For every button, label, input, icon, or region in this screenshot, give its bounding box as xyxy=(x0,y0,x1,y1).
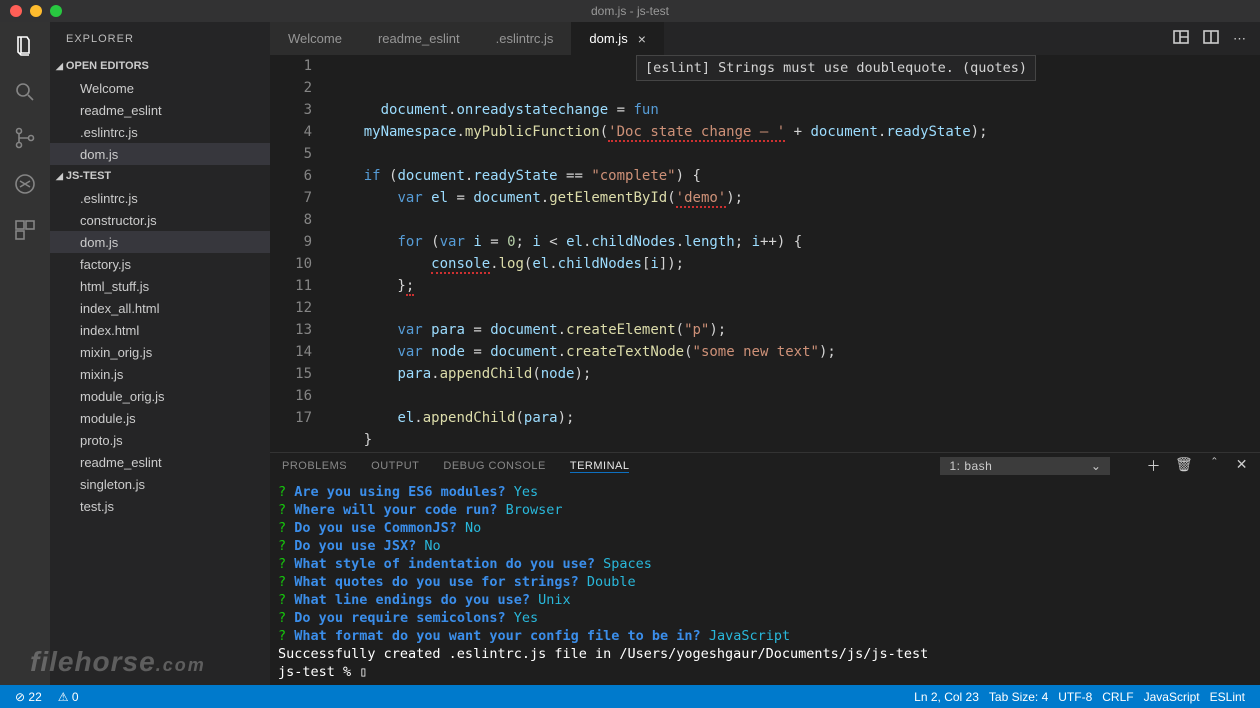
section-label: OPEN EDITORS xyxy=(66,60,149,72)
tree-item[interactable]: readme_eslint xyxy=(50,99,270,121)
tree-item[interactable]: module.js xyxy=(50,407,270,429)
panel-tab[interactable]: DEBUG CONSOLE xyxy=(443,460,545,473)
chevron-down-icon: ◢ xyxy=(56,61,63,72)
bottom-panel: PROBLEMS OUTPUT DEBUG CONSOLE TERMINAL 1: b… xyxy=(270,452,1260,685)
tree-item[interactable]: proto.js xyxy=(50,429,270,451)
source-control-icon[interactable] xyxy=(13,126,37,150)
code-editor[interactable]: 1234567891011121314151617 [eslint] Strin… xyxy=(270,55,1260,452)
project-section[interactable]: ◢JS-TEST xyxy=(50,165,270,187)
section-label: JS-TEST xyxy=(66,170,111,182)
tree-item[interactable]: singleton.js xyxy=(50,473,270,495)
tree-item[interactable]: module_orig.js xyxy=(50,385,270,407)
more-icon[interactable]: ⋯ xyxy=(1233,31,1246,47)
tree-item[interactable]: Welcome xyxy=(50,77,270,99)
warnings-count: 0 xyxy=(72,690,79,704)
minimize-window-button[interactable] xyxy=(30,5,42,17)
status-item[interactable]: JavaScript xyxy=(1139,690,1205,704)
new-terminal-icon[interactable]: ＋ xyxy=(1146,456,1161,476)
tree-item[interactable]: dom.js xyxy=(50,143,270,165)
debug-icon[interactable] xyxy=(13,172,37,196)
tree-item[interactable]: .eslintrc.js xyxy=(50,187,270,209)
maximize-panel-icon[interactable]: ＾ xyxy=(1207,456,1222,476)
status-errors[interactable]: ⊘ 22 xyxy=(10,690,47,704)
window-controls xyxy=(10,5,62,17)
search-icon[interactable] xyxy=(13,80,37,104)
tree-item[interactable]: index.html xyxy=(50,319,270,341)
window-title: dom.js - js-test xyxy=(591,4,669,18)
sidebar: EXPLORER ◢OPEN EDITORS Welcomereadme_esl… xyxy=(50,22,270,685)
tree-item[interactable]: html_stuff.js xyxy=(50,275,270,297)
line-gutter: 1234567891011121314151617 xyxy=(270,55,330,452)
tree-item[interactable]: constructor.js xyxy=(50,209,270,231)
maximize-window-button[interactable] xyxy=(50,5,62,17)
status-item[interactable]: Ln 2, Col 23 xyxy=(909,690,984,704)
tree-item[interactable]: test.js xyxy=(50,495,270,517)
open-editors-section[interactable]: ◢OPEN EDITORS xyxy=(50,55,270,77)
tree-item[interactable]: mixin.js xyxy=(50,363,270,385)
terminal-select-label: 1: bash xyxy=(949,459,992,473)
panel-tab[interactable]: PROBLEMS xyxy=(282,460,347,473)
chevron-down-icon: ◢ xyxy=(56,171,63,182)
tree-item[interactable]: index_all.html xyxy=(50,297,270,319)
errors-count: 22 xyxy=(28,690,41,704)
close-window-button[interactable] xyxy=(10,5,22,17)
extensions-icon[interactable] xyxy=(13,218,37,242)
split-preview-icon[interactable] xyxy=(1173,29,1189,48)
tree-item[interactable]: dom.js xyxy=(50,231,270,253)
tree-item[interactable]: readme_eslint xyxy=(50,451,270,473)
activity-bar xyxy=(0,22,50,685)
close-tab-icon[interactable]: × xyxy=(638,31,646,47)
status-warnings[interactable]: ⚠ 0 xyxy=(53,690,84,704)
status-item[interactable]: Tab Size: 4 xyxy=(984,690,1053,704)
panel-tab[interactable]: OUTPUT xyxy=(371,460,419,473)
editor-tab[interactable]: .eslintrc.js xyxy=(478,22,572,55)
editor-tab[interactable]: readme_eslint xyxy=(360,22,478,55)
tree-item[interactable]: mixin_orig.js xyxy=(50,341,270,363)
code-content[interactable]: [eslint] Strings must use doublequote. (… xyxy=(330,55,1260,452)
terminal-select[interactable]: 1: bash ⌄ xyxy=(940,457,1110,475)
tree-item[interactable]: .eslintrc.js xyxy=(50,121,270,143)
status-bar: ⊘ 22 ⚠ 0 Ln 2, Col 23Tab Size: 4UTF-8CRL… xyxy=(0,685,1260,708)
sidebar-title: EXPLORER xyxy=(50,22,270,55)
tab-actions: ⋯ xyxy=(1173,22,1260,55)
main-layout: EXPLORER ◢OPEN EDITORS Welcomereadme_esl… xyxy=(0,22,1260,685)
chevron-updown-icon: ⌄ xyxy=(1091,459,1102,473)
editor-tab[interactable]: Welcome xyxy=(270,22,360,55)
status-item[interactable]: CRLF xyxy=(1097,690,1138,704)
kill-terminal-icon[interactable]: 🗑 xyxy=(1175,456,1193,476)
lint-tooltip: [eslint] Strings must use doublequote. (… xyxy=(636,55,1036,81)
status-item[interactable]: ESLint xyxy=(1205,690,1250,704)
panel-tabs: PROBLEMS OUTPUT DEBUG CONSOLE TERMINAL 1: b… xyxy=(270,453,1260,479)
editor-area: Welcomereadme_eslint.eslintrc.jsdom.js× … xyxy=(270,22,1260,685)
split-editor-icon[interactable] xyxy=(1203,29,1219,48)
explorer-icon[interactable] xyxy=(13,34,37,58)
terminal-output[interactable]: ? Are you using ES6 modules? Yes ? Where… xyxy=(270,479,1260,685)
titlebar: dom.js - js-test xyxy=(0,0,1260,22)
tab-bar: Welcomereadme_eslint.eslintrc.jsdom.js× … xyxy=(270,22,1260,55)
tree-item[interactable]: factory.js xyxy=(50,253,270,275)
editor-tab[interactable]: dom.js× xyxy=(571,22,663,55)
panel-tab[interactable]: TERMINAL xyxy=(570,460,630,473)
close-panel-icon[interactable]: ✕ xyxy=(1236,456,1248,476)
status-item[interactable]: UTF-8 xyxy=(1053,690,1097,704)
